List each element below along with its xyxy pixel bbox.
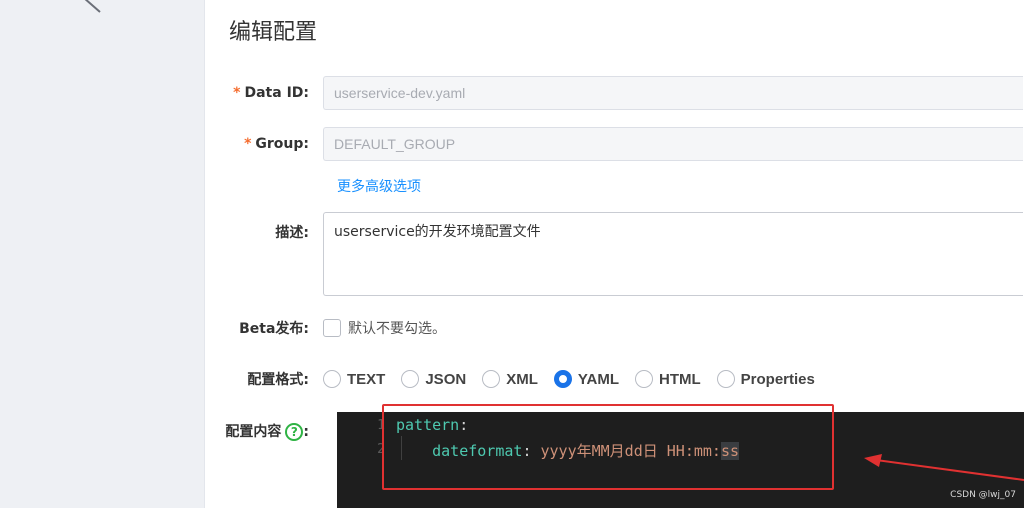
format-option-xml[interactable]: XML [482, 370, 538, 388]
group-input[interactable]: DEFAULT_GROUP [323, 127, 1023, 161]
radio-icon [716, 370, 735, 388]
group-row: * Group: DEFAULT_GROUP [205, 127, 1023, 161]
content-row: 配置内容?: [205, 421, 323, 441]
group-label: * Group: [244, 136, 309, 152]
beta-label: Beta发布: [239, 321, 309, 337]
format-option-properties[interactable]: Properties [716, 370, 815, 388]
page-title: 编辑配置 [229, 20, 318, 45]
format-row: 配置格式: TEXT JSON XML YAML HTML Properties [205, 369, 831, 389]
format-option-yaml[interactable]: YAML [553, 370, 619, 388]
radio-selected-icon [553, 370, 572, 388]
format-option-json[interactable]: JSON [401, 370, 466, 388]
help-icon[interactable]: ? [285, 423, 304, 441]
beta-checkbox[interactable] [323, 319, 341, 337]
data-id-input[interactable]: userservice-dev.yaml [323, 76, 1023, 110]
content-label: 配置内容?: [225, 423, 309, 441]
beta-row: Beta发布: 默认不要勾选。 [205, 318, 446, 338]
beta-checkbox-label: 默认不要勾选。 [348, 321, 446, 337]
sidebar [0, 0, 205, 508]
format-option-text[interactable]: TEXT [323, 370, 385, 388]
format-option-html[interactable]: HTML [635, 370, 701, 388]
radio-icon [635, 370, 653, 388]
data-id-row: * Data ID: userservice-dev.yaml [205, 76, 1023, 110]
collapse-arrow-icon[interactable] [78, 0, 108, 16]
radio-icon [482, 370, 501, 388]
format-label: 配置格式: [247, 372, 309, 388]
advanced-options-link[interactable]: 更多高级选项 [337, 176, 421, 196]
radio-icon [401, 370, 420, 388]
radio-icon [323, 370, 341, 388]
description-label: 描述: [275, 225, 309, 241]
description-textarea[interactable]: userservice的开发环境配置文件 [323, 212, 1023, 296]
watermark: CSDN @lwj_07 [950, 490, 1016, 500]
required-mark: * [233, 85, 241, 101]
required-mark: * [244, 136, 252, 152]
annotation-arrow-icon [864, 454, 1024, 481]
line-number-gutter: 1 2 [337, 412, 385, 508]
annotation-highlight-box [382, 404, 834, 490]
format-radio-group: TEXT JSON XML YAML HTML Properties [323, 370, 831, 388]
description-row: 描述: userservice的开发环境配置文件 [205, 212, 1023, 296]
data-id-label: * Data ID: [233, 85, 309, 101]
